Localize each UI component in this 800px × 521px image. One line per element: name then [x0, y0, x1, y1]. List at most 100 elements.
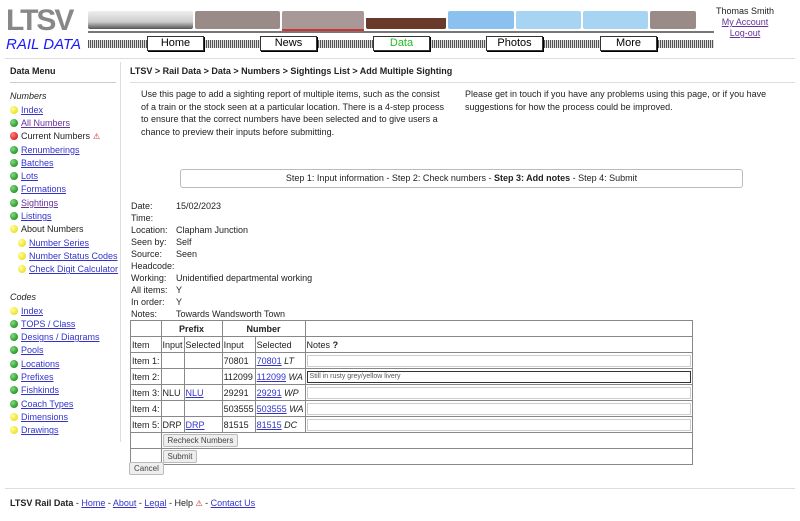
sidebar-item-codes-index[interactable]: Index [10, 304, 120, 317]
sidebar-item-numbers-number-status-codes[interactable]: Number Status Codes [10, 249, 120, 262]
rail-data-logo[interactable]: RAIL DATA [6, 36, 81, 53]
sidebar-item-label[interactable]: Check Digit Calculator [29, 264, 118, 274]
col-number-input: Input [221, 336, 256, 353]
detail-value: Self [176, 237, 192, 247]
sidebar-item-numbers-lots[interactable]: Lots [10, 169, 120, 182]
nav-photos[interactable]: Photos [486, 36, 543, 51]
footer-legal-link[interactable]: Legal [144, 498, 166, 508]
detail-row: Source: Seen [131, 248, 312, 260]
recheck-numbers-button[interactable]: Recheck Numbers [162, 434, 239, 447]
detail-value: 15/02/2023 [176, 201, 222, 211]
sidebar-item-label[interactable]: Sightings [21, 198, 58, 208]
detail-label: Notes: [131, 309, 158, 319]
sidebar-item-label[interactable]: Number Series [29, 238, 89, 248]
number-selected-link[interactable]: 503555 [257, 404, 287, 414]
sidebar-item-numbers-number-series[interactable]: Number Series [10, 236, 120, 249]
footer-contact-link[interactable]: Contact Us [211, 498, 256, 508]
notes-input[interactable] [306, 418, 691, 431]
my-account-link[interactable]: My Account [722, 17, 769, 27]
nav-news[interactable]: News [260, 36, 317, 51]
item-label: Item 3: [130, 384, 162, 401]
number-input: 112099 [221, 368, 256, 385]
sidebar-item-label[interactable]: Dimensions [21, 412, 68, 422]
status-dot-icon [10, 412, 18, 421]
cancel-button[interactable]: Cancel [129, 462, 164, 475]
detail-row: In order: Y [131, 296, 312, 308]
status-dot-icon [10, 132, 18, 141]
nav-data[interactable]: Data [373, 36, 430, 51]
detail-value: Y [176, 297, 183, 307]
sidebar-item-label[interactable]: Batches [21, 158, 54, 168]
number-selected-link[interactable]: 70801 [257, 356, 282, 366]
status-dot-icon [10, 346, 18, 355]
sidebar-item-numbers-sightings[interactable]: Sightings [10, 196, 120, 209]
logout-link[interactable]: Log-out [730, 28, 761, 38]
site-header: LTSV RAIL DATA Home News Data Photos More Th… [0, 0, 800, 56]
sidebar-item-label[interactable]: Designs / Diagrams [21, 332, 100, 342]
notes-input[interactable] [306, 386, 691, 399]
sidebar-item-label[interactable]: Coach Types [21, 399, 73, 409]
sidebar-item-label[interactable]: Prefixes [21, 372, 54, 382]
submit-button[interactable]: Submit [162, 450, 198, 463]
status-dot-icon [10, 172, 18, 181]
sidebar-item-label[interactable]: TOPS / Class [21, 319, 75, 329]
status-dot-icon [10, 386, 18, 395]
sidebar-item-label[interactable]: Locations [21, 359, 60, 369]
sidebar-item-codes-dimensions[interactable]: Dimensions [10, 410, 120, 423]
sidebar-item-numbers-current-numbers: Current Numbers ⚠ [10, 130, 120, 143]
sidebar-item-codes-drawings[interactable]: Drawings [10, 424, 120, 437]
sidebar-item-numbers-check-digit-calculator[interactable]: Check Digit Calculator [10, 263, 120, 276]
sidebar-item-label[interactable]: Formations [21, 184, 66, 194]
prefix-selected-link[interactable]: DRP [186, 420, 205, 430]
sidebar-item-numbers-all-numbers[interactable]: All Numbers [10, 116, 120, 129]
status-dot-icon [10, 158, 18, 167]
number-selected-link[interactable]: 81515 [257, 420, 282, 430]
sidebar-item-label[interactable]: Drawings [21, 425, 59, 435]
number-selected-link[interactable]: 29291 [257, 388, 282, 398]
notes-input[interactable] [306, 354, 691, 367]
detail-row: Working: Unidentified departmental workin… [131, 272, 312, 284]
sidebar-item-numbers-index[interactable]: Index [10, 103, 120, 116]
sidebar-item-label[interactable]: Lots [21, 171, 38, 181]
sidebar-item-label[interactable]: Pools [21, 345, 44, 355]
sidebar-item-label[interactable]: Index [21, 306, 43, 316]
sidebar-item-label[interactable]: Renumberings [21, 145, 80, 155]
sidebar-item-codes-coach-types[interactable]: Coach Types [10, 397, 120, 410]
sidebar-item-numbers-formations[interactable]: Formations [10, 183, 120, 196]
notes-input[interactable] [306, 402, 691, 415]
sidebar-item-label[interactable]: Fishkinds [21, 385, 59, 395]
notes-help-icon[interactable]: ? [333, 340, 339, 350]
footer-home-link[interactable]: Home [81, 498, 105, 508]
step-1: Step 1: Input information [285, 173, 384, 183]
prefix-selected-link[interactable]: NLU [186, 388, 204, 398]
nav-more[interactable]: More [600, 36, 657, 51]
sidebar-item-codes-locations[interactable]: Locations [10, 357, 120, 370]
help-text: Please get in touch if you have any prob… [465, 89, 767, 112]
status-dot-icon [18, 265, 26, 274]
sidebar-item-codes-prefixes[interactable]: Prefixes [10, 370, 120, 383]
nav-home[interactable]: Home [147, 36, 204, 51]
number-selected-link[interactable]: 112099 [257, 372, 286, 382]
detail-label: Location: [131, 225, 168, 235]
sidebar-item-codes-fishkinds[interactable]: Fishkinds [10, 384, 120, 397]
ltsv-logo[interactable]: LTSV [6, 4, 74, 38]
table-row: Item 1: 70801 70801 LT [130, 352, 694, 369]
detail-label: Seen by: [131, 237, 167, 247]
sidebar-item-numbers-batches[interactable]: Batches [10, 156, 120, 169]
sidebar-item-label[interactable]: Index [21, 105, 43, 115]
number-input: 70801 [221, 352, 256, 369]
sidebar-item-codes-tops-class[interactable]: TOPS / Class [10, 317, 120, 330]
footer-about-link[interactable]: About [113, 498, 137, 508]
notes-input[interactable]: Still in rusty grey/yellow livery [306, 370, 691, 383]
status-dot-icon [10, 319, 18, 328]
number-input: 503555 [221, 400, 256, 417]
sidebar-item-numbers-listings[interactable]: Listings [10, 209, 120, 222]
prefix-input: NLU [160, 384, 185, 401]
sidebar-item-label[interactable]: Number Status Codes [29, 251, 118, 261]
sidebar-item-label[interactable]: All Numbers [21, 118, 70, 128]
sidebar-item-label[interactable]: Listings [21, 211, 52, 221]
number-input: 81515 [221, 416, 256, 433]
sidebar-item-numbers-renumberings[interactable]: Renumberings [10, 143, 120, 156]
sidebar-item-codes-pools[interactable]: Pools [10, 344, 120, 357]
sidebar-item-codes-designs-diagrams[interactable]: Designs / Diagrams [10, 330, 120, 343]
